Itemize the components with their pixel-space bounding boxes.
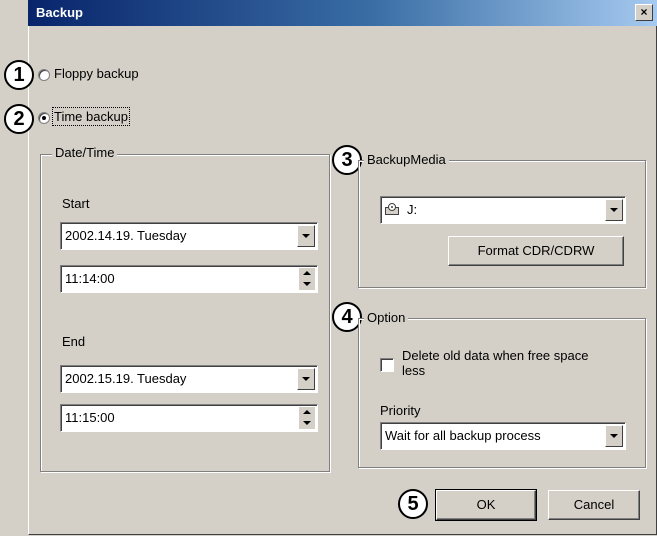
chevron-down-icon[interactable] xyxy=(605,199,623,221)
title-bar: Backup × xyxy=(28,0,657,26)
end-time-input[interactable]: 11:15:00 xyxy=(60,404,318,432)
start-time-value: 11:14:00 xyxy=(65,271,115,286)
end-label: End xyxy=(62,334,86,349)
spin-up-icon[interactable] xyxy=(299,407,315,418)
format-cdr-button[interactable]: Format CDR/CDRW xyxy=(448,236,624,266)
end-time-value: 11:15:00 xyxy=(65,410,115,425)
spin-down-icon[interactable] xyxy=(299,418,315,429)
priority-value: Wait for all backup process xyxy=(385,428,541,443)
ok-button[interactable]: OK xyxy=(435,489,537,521)
cd-drive-icon xyxy=(385,203,399,215)
cancel-button[interactable]: Cancel xyxy=(548,490,640,520)
priority-select[interactable]: Wait for all backup process xyxy=(380,422,626,450)
window-title: Backup xyxy=(36,5,83,20)
callout-2: 2 xyxy=(4,104,34,134)
end-date-value: 2002.15.19. Tuesday xyxy=(65,371,187,386)
backup-media-label: BackupMedia xyxy=(364,152,449,167)
end-date-select[interactable]: 2002.15.19. Tuesday xyxy=(60,365,318,393)
backup-media-group xyxy=(358,160,646,288)
delete-old-data-label[interactable]: Delete old data when free space less xyxy=(402,348,602,378)
callout-1: 1 xyxy=(4,60,34,90)
time-backup-label[interactable]: Time backup xyxy=(52,107,130,126)
start-date-value: 2002.14.19. Tuesday xyxy=(65,228,187,243)
time-backup-radio[interactable] xyxy=(38,112,50,124)
start-date-select[interactable]: 2002.14.19. Tuesday xyxy=(60,222,318,250)
close-icon[interactable]: × xyxy=(635,4,653,21)
callout-5: 5 xyxy=(398,489,428,519)
floppy-backup-label[interactable]: Floppy backup xyxy=(54,66,139,81)
spin-up-icon[interactable] xyxy=(299,268,315,279)
spin-down-icon[interactable] xyxy=(299,279,315,290)
priority-label: Priority xyxy=(380,403,421,418)
chevron-down-icon[interactable] xyxy=(605,425,623,447)
delete-old-data-checkbox[interactable] xyxy=(380,358,394,372)
start-time-input[interactable]: 11:14:00 xyxy=(60,265,318,293)
option-group-label: Option xyxy=(364,310,409,325)
chevron-down-icon[interactable] xyxy=(297,225,315,247)
drive-select[interactable]: J: xyxy=(380,196,626,224)
start-label: Start xyxy=(62,196,90,211)
drive-value: J: xyxy=(407,202,418,217)
floppy-backup-radio[interactable] xyxy=(38,69,50,81)
spin-arrows-icon[interactable] xyxy=(299,407,315,429)
chevron-down-icon[interactable] xyxy=(297,368,315,390)
spin-arrows-icon[interactable] xyxy=(299,268,315,290)
datetime-group-label: Date/Time xyxy=(52,145,118,160)
